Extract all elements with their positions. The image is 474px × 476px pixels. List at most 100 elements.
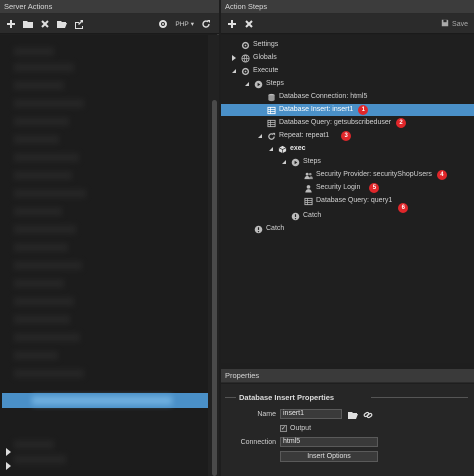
list-item[interactable] [14, 81, 64, 90]
action-steps-toolbar: Save [221, 14, 474, 34]
save-button[interactable]: Save [441, 19, 468, 29]
chevron-down-icon[interactable] [256, 132, 264, 140]
list-item[interactable] [14, 63, 74, 72]
expand-arrow-icon[interactable] [6, 448, 11, 456]
folder-icon[interactable] [21, 17, 35, 31]
save-icon [441, 19, 449, 29]
tree-item-steps[interactable]: Steps [243, 78, 284, 90]
tree-item-label: Database Insert: insert1 [279, 106, 354, 113]
chevron-down-icon[interactable] [230, 67, 238, 75]
chevron-right-icon[interactable] [230, 54, 238, 62]
plus-icon[interactable] [225, 17, 239, 31]
plus-icon[interactable] [4, 17, 18, 31]
tree-item-database-query-1[interactable]: Database Query: query1 6 [293, 195, 409, 213]
action-steps-tree: Settings Globals Execute Steps Database … [221, 35, 474, 363]
list-item[interactable] [14, 153, 79, 162]
table-icon [304, 197, 313, 206]
save-label: Save [452, 20, 468, 28]
list-item[interactable] [14, 243, 68, 252]
expand-arrow-icon[interactable] [6, 462, 11, 470]
chevron-down-icon[interactable] [280, 158, 288, 166]
tree-item-steps-inner[interactable]: Steps [280, 156, 321, 168]
chevron-down-icon[interactable] [267, 145, 275, 153]
server-actions-list [0, 35, 208, 476]
toolbar-right-group: PHP ▾ [156, 17, 213, 31]
chevron-down-icon[interactable] [243, 80, 251, 88]
list-item[interactable] [14, 261, 82, 270]
list-item[interactable] [14, 135, 59, 144]
list-item[interactable] [14, 351, 58, 360]
tree-item-label: Database Connection: html5 [279, 93, 368, 100]
chevron-down-icon: ▾ [190, 21, 194, 28]
user-icon [304, 184, 313, 193]
output-checkbox[interactable]: ✓ [280, 425, 287, 432]
name-label: Name [257, 411, 276, 418]
tree-item-catch-inner[interactable]: Catch [280, 210, 321, 222]
step-badge: 6 [398, 203, 409, 213]
tree-item-repeat[interactable]: Repeat: repeat1 3 [256, 130, 352, 142]
repeat-icon [267, 132, 276, 141]
list-item[interactable] [14, 369, 84, 378]
tree-item-label: Steps [303, 158, 321, 165]
divider [371, 397, 468, 398]
list-item[interactable] [14, 225, 76, 234]
properties-panel: Database Insert Properties Name insert1 … [221, 384, 474, 476]
tree-item-database-query[interactable]: Database Query: getsubscribeduser 2 [256, 117, 407, 129]
gear-icon [241, 67, 250, 76]
list-item[interactable] [14, 117, 69, 126]
folder-open-icon[interactable] [55, 17, 69, 31]
step-badge: 3 [341, 131, 352, 141]
gear-icon[interactable] [156, 17, 170, 31]
server-actions-header: Server Actions [0, 0, 219, 14]
list-item[interactable] [14, 47, 54, 56]
connection-select[interactable]: html5 [280, 437, 378, 447]
tree-item-label: Catch [303, 212, 322, 219]
language-select[interactable]: PHP ▾ [175, 20, 194, 29]
tree-item-settings[interactable]: Settings [230, 39, 278, 51]
list-item[interactable] [14, 189, 86, 198]
list-item[interactable] [14, 315, 70, 324]
list-item[interactable] [14, 440, 54, 449]
list-item[interactable] [14, 333, 80, 342]
tree-item-database-connection[interactable]: Database Connection: html5 [256, 91, 367, 103]
users-icon [304, 171, 313, 180]
tree-item-security-provider[interactable]: Security Provider: securityShopUsers 4 [293, 169, 447, 181]
step-badge: 1 [358, 105, 369, 115]
output-label: Output [290, 425, 312, 432]
tree-item-label: Database Query: query1 [316, 197, 393, 204]
tree-item-security-login[interactable]: Security Login 5 [293, 182, 380, 194]
tree-item-label: Execute [253, 67, 279, 74]
table-icon [267, 119, 276, 128]
tree-item-execute[interactable]: Execute [230, 65, 278, 77]
name-input[interactable]: insert1 [280, 409, 342, 419]
insert-options-button[interactable]: Insert Options [280, 451, 378, 462]
tree-item-label: Settings [253, 41, 279, 48]
export-icon[interactable] [72, 17, 86, 31]
list-item[interactable] [14, 455, 66, 464]
tree-item-label: Globals [253, 54, 277, 61]
refresh-icon[interactable] [199, 17, 213, 31]
tree-item-database-insert[interactable]: Database Insert: insert1 1 [221, 104, 474, 116]
close-icon[interactable] [38, 17, 52, 31]
close-icon[interactable] [242, 17, 256, 31]
tree-item-globals[interactable]: Globals [230, 52, 277, 64]
server-actions-toolbar: PHP ▾ [0, 14, 219, 34]
link-icon[interactable] [361, 408, 375, 422]
list-item[interactable] [14, 279, 64, 288]
tree-item-label: Repeat: repeat1 [279, 132, 330, 139]
left-scrollbar-thumb[interactable] [212, 100, 217, 476]
selected-server-action[interactable] [2, 393, 208, 408]
folder-open-icon[interactable] [346, 408, 360, 422]
step-badge: 5 [369, 183, 380, 193]
tree-item-catch[interactable]: Catch [243, 223, 284, 235]
divider [225, 397, 236, 398]
tree-item-exec[interactable]: exec [267, 143, 306, 155]
list-item[interactable] [14, 207, 62, 216]
list-item[interactable] [14, 297, 74, 306]
language-value: PHP [175, 20, 189, 28]
list-item[interactable] [14, 99, 84, 108]
list-item[interactable] [14, 171, 72, 180]
properties-section-title: Database Insert Properties [239, 393, 335, 402]
play-icon [254, 80, 263, 89]
tree-item-label: Security Login [316, 184, 361, 191]
